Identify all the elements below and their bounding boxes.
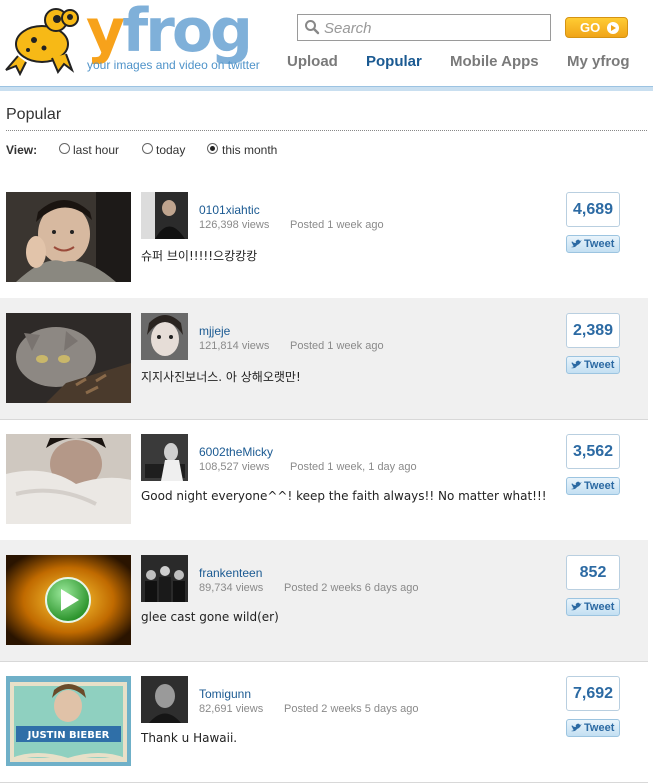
photo-caption: 슈퍼 브이!!!!!으캉캉캉 xyxy=(141,249,258,263)
user-avatar[interactable] xyxy=(141,555,188,602)
posted-time: Posted 2 weeks 6 days ago xyxy=(284,582,419,594)
photo-thumbnail[interactable] xyxy=(6,192,131,282)
photo-thumbnail[interactable] xyxy=(6,313,131,403)
username-link[interactable]: Tomigunn xyxy=(199,687,251,701)
site-header: yfrog your images and video on twitter G… xyxy=(0,0,653,86)
list-item: 0101xiahtic 126,398 views Posted 1 week … xyxy=(0,177,648,299)
photo-caption: glee cast gone wild(er) xyxy=(141,610,279,624)
frog-logo-icon xyxy=(5,8,79,76)
twitter-bird-icon xyxy=(571,481,582,490)
radio-label-last-hour[interactable]: last hour xyxy=(73,143,119,157)
tweet-count: 4,689 xyxy=(566,192,620,227)
title-divider xyxy=(6,130,647,131)
radio-label-today[interactable]: today xyxy=(156,143,185,157)
username-link[interactable]: 6002theMicky xyxy=(199,445,273,459)
nav-upload[interactable]: Upload xyxy=(287,53,338,70)
twitter-bird-icon xyxy=(571,723,582,732)
tweet-button-label: Tweet xyxy=(584,480,615,492)
nav-mobile-apps[interactable]: Mobile Apps xyxy=(450,53,539,70)
list-item: 6002theMicky 108,527 views Posted 1 week… xyxy=(0,419,648,541)
photo-caption: Good night everyone^^! keep the faith al… xyxy=(141,489,547,503)
nav-popular[interactable]: Popular xyxy=(366,53,422,70)
user-avatar[interactable] xyxy=(141,434,188,481)
photo-caption: 지지사진보너스. 아 상해오랫만! xyxy=(141,370,301,384)
tweet-button[interactable]: Tweet xyxy=(566,719,620,737)
header-divider xyxy=(0,86,653,91)
view-count: 126,398 views xyxy=(199,219,270,231)
radio-label-this-month[interactable]: this month xyxy=(222,143,277,157)
page-title: Popular xyxy=(6,106,62,123)
radio-this-month[interactable] xyxy=(207,143,218,154)
list-item: JUSTIN BIEBER Tomigunn 82,691 views Post… xyxy=(0,661,648,783)
tweet-button-label: Tweet xyxy=(584,601,615,613)
twitter-bird-icon xyxy=(571,602,582,611)
username-link[interactable]: frankenteen xyxy=(199,566,262,580)
nav-my-yfrog[interactable]: My yfrog xyxy=(567,53,630,70)
twitter-bird-icon xyxy=(571,239,582,248)
photo-thumbnail[interactable]: JUSTIN BIEBER xyxy=(6,676,131,766)
tweet-count: 7,692 xyxy=(566,676,620,711)
yfrog-logo[interactable]: yfrog your images and video on twitter xyxy=(2,0,274,76)
twitter-bird-icon xyxy=(571,360,582,369)
tweet-button[interactable]: Tweet xyxy=(566,235,620,253)
search-icon xyxy=(305,20,320,35)
tweet-button-label: Tweet xyxy=(584,722,615,734)
go-button[interactable]: GO xyxy=(565,17,628,38)
view-count: 108,527 views xyxy=(199,461,270,473)
tweet-button[interactable]: Tweet xyxy=(566,598,620,616)
logo-tagline: your images and video on twitter xyxy=(87,58,260,72)
tweet-button[interactable]: Tweet xyxy=(566,477,620,495)
video-thumbnail[interactable] xyxy=(6,555,131,645)
username-link[interactable]: 0101xiahtic xyxy=(199,203,260,217)
photo-caption: Thank u Hawaii. xyxy=(141,731,238,745)
photo-thumbnail[interactable] xyxy=(6,434,131,524)
username-link[interactable]: mjjeje xyxy=(199,324,230,338)
posted-time: Posted 1 week ago xyxy=(290,219,384,231)
posted-time: Posted 1 week, 1 day ago xyxy=(290,461,417,473)
view-count: 121,814 views xyxy=(199,340,270,352)
user-avatar[interactable] xyxy=(141,192,188,239)
posted-time: Posted 1 week ago xyxy=(290,340,384,352)
search-box[interactable] xyxy=(297,14,551,41)
arrow-right-icon xyxy=(607,22,619,34)
tweet-button-label: Tweet xyxy=(584,359,615,371)
tweet-button-label: Tweet xyxy=(584,238,615,250)
search-input[interactable] xyxy=(324,18,544,38)
view-label: View: xyxy=(6,143,38,157)
user-avatar[interactable] xyxy=(141,313,188,360)
tweet-count: 852 xyxy=(566,555,620,590)
user-avatar[interactable] xyxy=(141,676,188,723)
posted-time: Posted 2 weeks 5 days ago xyxy=(284,703,419,715)
list-item: frankenteen 89,734 views Posted 2 weeks … xyxy=(0,540,648,662)
go-button-label: GO xyxy=(580,20,601,35)
cake-text: JUSTIN BIEBER xyxy=(27,730,110,741)
view-count: 89,734 views xyxy=(199,582,264,594)
view-count: 82,691 views xyxy=(199,703,264,715)
radio-last-hour[interactable] xyxy=(59,143,70,154)
tweet-button[interactable]: Tweet xyxy=(566,356,620,374)
list-item: mjjeje 121,814 views Posted 1 week ago 지… xyxy=(0,298,648,420)
radio-today[interactable] xyxy=(142,143,153,154)
tweet-count: 3,562 xyxy=(566,434,620,469)
logo-wordmark: yfrog xyxy=(86,0,253,66)
tweet-count: 2,389 xyxy=(566,313,620,348)
